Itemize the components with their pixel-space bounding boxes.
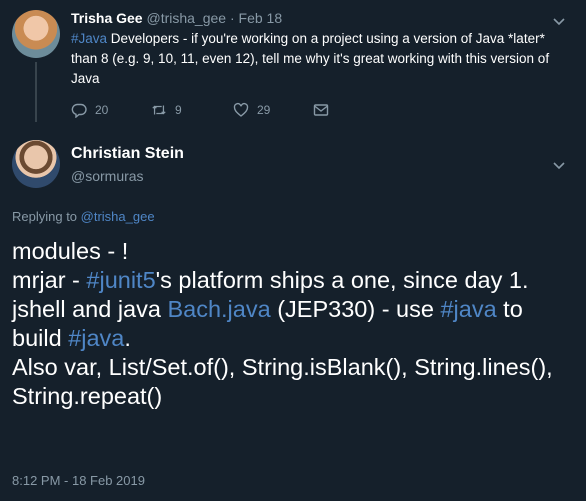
thread-line	[35, 62, 37, 122]
replying-handle[interactable]: @trisha_gee	[81, 209, 155, 224]
tweet-text: #Java Developers - if you're working on …	[71, 29, 571, 89]
replying-to: Replying to @trisha_gee	[12, 209, 155, 224]
author-name[interactable]: Trisha Gee	[71, 10, 143, 26]
tweet-text-segment: (JEP330) - use	[270, 296, 441, 322]
link[interactable]: Bach.java	[167, 296, 270, 322]
avatar[interactable]	[12, 140, 60, 188]
reply-icon	[71, 103, 87, 118]
tweet-text-segment: .	[124, 325, 131, 351]
avatar[interactable]	[12, 10, 60, 58]
hashtag[interactable]: #Java	[71, 31, 107, 46]
author-name[interactable]: Christian Stein	[71, 145, 184, 163]
like-icon	[233, 102, 249, 117]
tweet-text-content: Developers - if you're working on a proj…	[71, 31, 550, 86]
like-button[interactable]: 29	[233, 102, 270, 118]
tweet-text-segment: jshell and java	[12, 296, 168, 322]
chevron-down-icon[interactable]	[552, 14, 566, 28]
retweet-count: 9	[175, 103, 182, 117]
separator: ·	[229, 10, 235, 26]
tweet-text: modules - ! mrjar - #junit5's platform s…	[12, 237, 578, 411]
tweet-line: Also var, List/Set.of(), String.isBlank(…	[12, 354, 553, 409]
dm-button[interactable]	[313, 102, 329, 118]
tweet-header: Trisha Gee @trisha_gee · Feb 18	[71, 10, 282, 26]
hashtag[interactable]: #junit5	[86, 267, 155, 293]
reply-button[interactable]: 20	[71, 102, 108, 118]
author-handle[interactable]: @sormuras	[71, 168, 144, 184]
tweet-text-segment: mrjar -	[12, 267, 87, 293]
chevron-down-icon[interactable]	[552, 158, 566, 172]
dm-icon	[313, 104, 329, 116]
tweet-line: jshell and java Bach.java (JEP330) - use…	[12, 295, 578, 353]
hashtag[interactable]: #java	[440, 296, 496, 322]
like-count: 29	[257, 103, 271, 117]
tweet-text-segment: 's platform ships a one, since day 1.	[155, 267, 529, 293]
tweet-date[interactable]: Feb 18	[239, 10, 283, 26]
parent-tweet[interactable]: Trisha Gee @trisha_gee · Feb 18 #Java De…	[0, 0, 586, 128]
tweet-timestamp[interactable]: 8:12 PM - 18 Feb 2019	[12, 473, 145, 488]
retweet-button[interactable]: 9	[151, 102, 182, 118]
reply-count: 20	[95, 103, 109, 117]
retweet-icon	[152, 105, 166, 115]
replying-label: Replying to	[12, 209, 81, 224]
tweet-line: modules - !	[12, 238, 129, 264]
hashtag[interactable]: #java	[68, 325, 124, 351]
author-handle[interactable]: @trisha_gee	[146, 10, 226, 26]
tweet-line: mrjar - #junit5's platform ships a one, …	[12, 266, 578, 295]
main-tweet: Christian Stein @sormuras Replying to @t…	[0, 128, 586, 501]
